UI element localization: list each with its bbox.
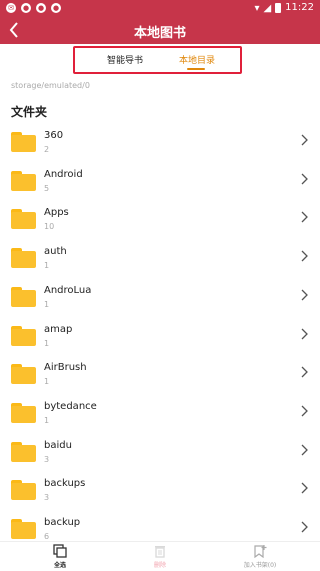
folder-row[interactable]: 360 2 [0, 122, 320, 160]
chevron-right-icon [301, 405, 308, 420]
folder-icon [11, 325, 36, 346]
folder-name: AndroLua [44, 284, 92, 296]
select-all-button[interactable]: 全选 [20, 544, 100, 569]
folder-name: Android [44, 168, 83, 180]
add-to-shelf-label: 加入书架(0) [243, 562, 277, 569]
page-title: 本地图书 [133, 26, 186, 41]
delete-label: 删除 [153, 562, 166, 569]
notification-icons: ✉ ● ● ● [6, 3, 61, 13]
chevron-right-icon [301, 444, 308, 459]
folder-row[interactable]: AndroLua 1 [0, 277, 320, 315]
tab-switcher: 智能导书 本地目录 [73, 46, 242, 74]
chevron-right-icon [301, 173, 308, 188]
app-icon: ● [21, 3, 31, 13]
folder-row[interactable]: bytedance 1 [0, 393, 320, 431]
app-icon: ● [36, 3, 46, 13]
folder-icon [11, 209, 36, 230]
folder-count: 10 [44, 222, 55, 232]
folder-icon [11, 402, 36, 423]
folder-icon [11, 441, 36, 462]
status-time: 11:22 [285, 2, 314, 13]
folder-row[interactable]: baidu 3 [0, 432, 320, 470]
folder-row[interactable]: AirBrush 1 [0, 354, 320, 392]
folder-name: backups [44, 478, 86, 490]
folder-count: 1 [44, 299, 50, 309]
breadcrumb-path: storage/emulated/0 [11, 81, 90, 90]
folder-row[interactable]: auth 1 [0, 238, 320, 276]
folder-icon [11, 364, 36, 385]
wifi-icon: ▾ [254, 2, 260, 14]
folder-icon [11, 519, 36, 539]
folder-count: 2 [44, 145, 50, 154]
battery-icon [275, 3, 282, 13]
chevron-right-icon [301, 328, 308, 343]
section-title: 文件夹 [11, 105, 48, 119]
folder-count: 1 [44, 261, 50, 271]
tab-local-directory[interactable]: 本地目录 [179, 53, 215, 66]
folder-count: 1 [44, 338, 50, 348]
delete-button[interactable]: 删除 [120, 544, 200, 569]
signal-icon: ◢ [263, 2, 272, 14]
select-all-label: 全选 [53, 562, 66, 569]
status-bar: ✉ ● ● ● ▾ ◢ 11:22 [0, 0, 320, 16]
chevron-right-icon [301, 134, 308, 149]
folder-name: Apps [44, 207, 69, 219]
folder-icon [11, 248, 36, 269]
add-to-shelf-button[interactable]: 加入书架(0) [220, 544, 300, 569]
folder-name: auth [44, 246, 67, 258]
folder-count: 1 [44, 415, 50, 425]
folder-row[interactable]: Apps 10 [0, 199, 320, 237]
folder-row[interactable]: amap 1 [0, 316, 320, 354]
add-bookmark-icon [254, 545, 267, 558]
active-tab-indicator [187, 68, 205, 70]
folder-count: 6 [44, 532, 50, 541]
folder-icon [11, 286, 36, 307]
top-app-bar: 本地图书 [0, 16, 320, 44]
chevron-right-icon [301, 211, 308, 226]
folder-count: 5 [44, 183, 50, 193]
chevron-right-icon [301, 521, 308, 536]
folder-name: baidu [44, 439, 72, 451]
tab-smart-guide[interactable]: 智能导书 [107, 53, 143, 66]
chevron-right-icon [301, 482, 308, 497]
folder-count: 3 [44, 454, 50, 464]
folder-name: 360 [44, 130, 64, 141]
chevron-right-icon [301, 366, 308, 381]
folder-icon [11, 170, 36, 191]
folder-row[interactable]: Android 5 [0, 161, 320, 199]
folder-name: amap [44, 323, 73, 335]
chevron-right-icon [301, 289, 308, 304]
folder-name: bytedance [44, 400, 97, 412]
app-icon: ● [51, 3, 61, 13]
folder-count: 1 [44, 377, 50, 387]
folder-name: backup [44, 517, 81, 528]
bottom-toolbar: 全选 删除 加入书架(0) [0, 541, 320, 571]
trash-icon [155, 546, 165, 558]
folder-row[interactable]: backups 3 [0, 470, 320, 508]
folder-icon [11, 132, 36, 152]
select-all-icon [53, 544, 67, 558]
folder-name: AirBrush [44, 362, 87, 374]
folder-count: 3 [44, 493, 50, 503]
chevron-right-icon [301, 250, 308, 265]
mail-icon: ✉ [6, 3, 16, 13]
folder-icon [11, 480, 36, 501]
